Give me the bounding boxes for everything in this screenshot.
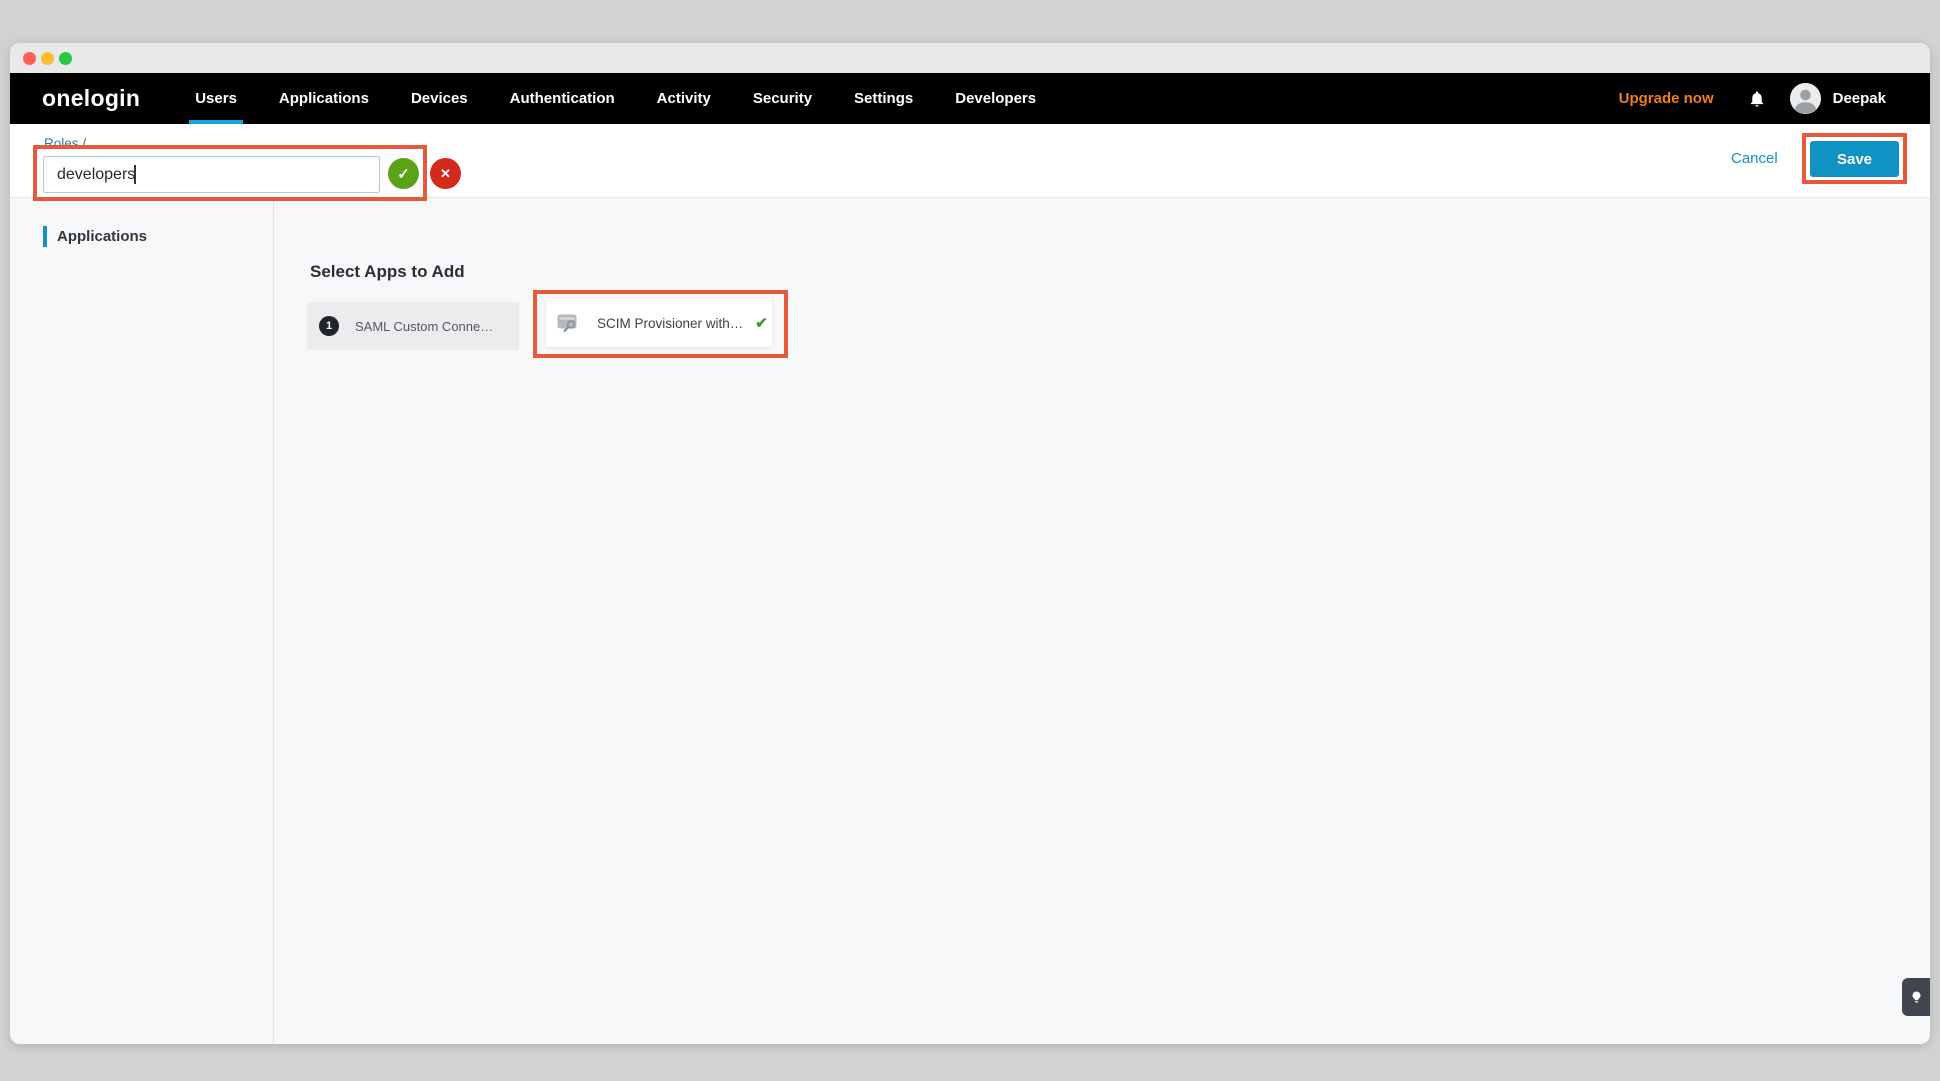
nav-item-users[interactable]: Users [195,73,237,124]
user-avatar[interactable] [1790,83,1821,114]
save-button[interactable]: Save [1810,141,1899,177]
check-icon: ✓ [397,165,410,183]
discard-rename-button[interactable]: ✕ [430,158,461,189]
role-name-input[interactable] [43,156,380,193]
text-caret [134,165,136,184]
sidebar-item-applications[interactable]: Applications [10,226,273,247]
upgrade-now-link[interactable]: Upgrade now [1619,90,1714,107]
sidebar-item-label: Applications [57,228,147,245]
nav-item-devices[interactable]: Devices [411,73,468,124]
x-icon: ✕ [440,166,451,182]
nav-item-applications[interactable]: Applications [279,73,369,124]
section-heading: Select Apps to Add [310,262,465,282]
user-name[interactable]: Deepak [1833,90,1886,107]
app-tile-saml-custom-connector[interactable]: 1 SAML Custom Conne… [307,302,519,350]
maximize-button[interactable] [59,52,72,65]
nav-item-developers[interactable]: Developers [955,73,1036,124]
lightbulb-icon [1909,990,1924,1005]
breadcrumb[interactable]: Roles / [44,136,86,151]
app-tile-label: SAML Custom Conne… [355,319,493,334]
page-header: Roles / ✓ ✕ Cancel Save [10,124,1930,198]
nav-item-security[interactable]: Security [753,73,812,124]
selected-check-icon: ✔ [755,314,768,332]
app-card-magnifier-icon [557,314,579,333]
bell-icon[interactable] [1748,89,1766,109]
app-tile-label: SCIM Provisioner with… [597,316,743,331]
main-content: Select Apps to Add 1 SAML Custom Conne… … [274,198,1930,1044]
app-tile-scim-provisioner[interactable]: SCIM Provisioner with… ✔ [546,299,772,347]
app-window: onelogin Users Applications Devices Auth… [10,43,1930,1044]
nav-items: Users Applications Devices Authenticatio… [195,73,1036,124]
top-nav: onelogin Users Applications Devices Auth… [10,73,1930,124]
window-title-bar [10,43,1930,73]
number-1-badge-icon: 1 [319,316,339,336]
close-button[interactable] [23,52,36,65]
sidebar: Applications [10,198,274,1044]
confirm-rename-button[interactable]: ✓ [388,158,419,189]
onelogin-logo: onelogin [42,85,140,112]
minimize-button[interactable] [41,52,54,65]
nav-right-group: Upgrade now Deepak [1619,83,1886,114]
help-lightbulb-button[interactable] [1902,978,1930,1016]
active-indicator-bar [43,226,47,247]
nav-item-authentication[interactable]: Authentication [510,73,615,124]
page-body: Applications Select Apps to Add 1 SAML C… [10,198,1930,1044]
nav-item-activity[interactable]: Activity [657,73,711,124]
cancel-button[interactable]: Cancel [1731,150,1778,167]
nav-item-settings[interactable]: Settings [854,73,913,124]
